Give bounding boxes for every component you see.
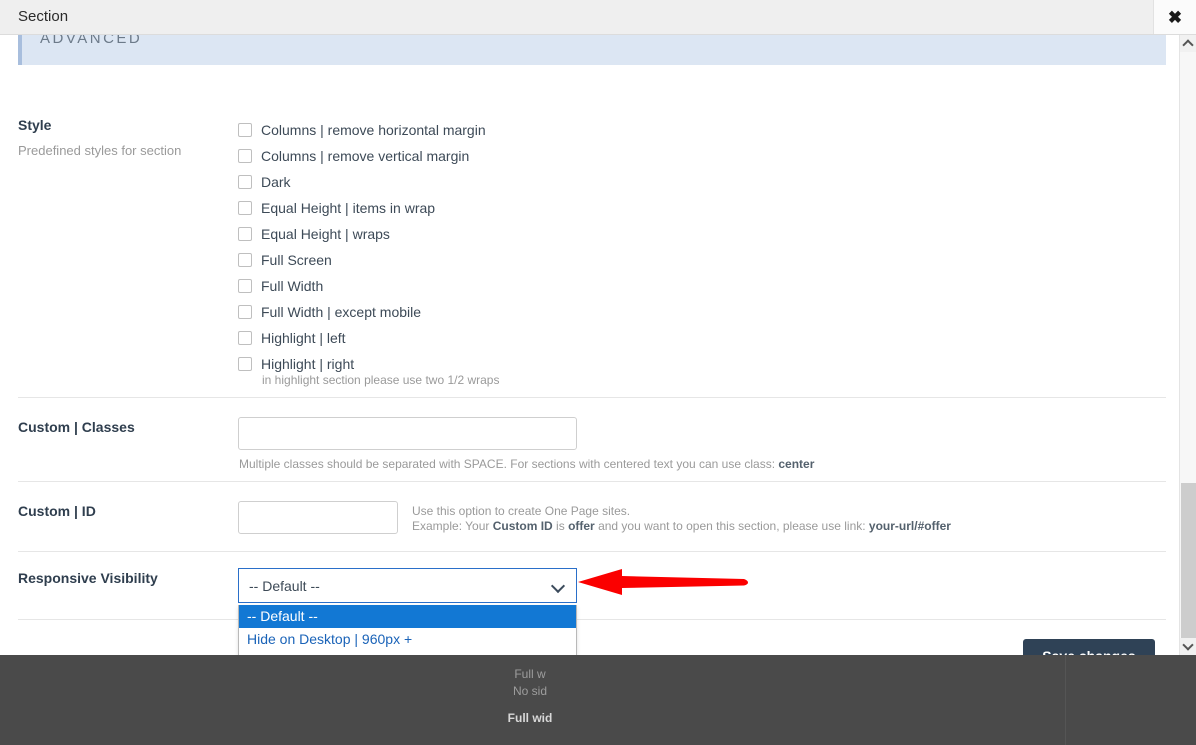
style-option-label: Dark [261, 174, 291, 190]
custom-id-help: Use this option to create One Page sites… [412, 504, 951, 534]
custom-id-help-line2-d: offer [568, 519, 595, 533]
style-option-label: Columns | remove horizontal margin [261, 122, 486, 138]
checkbox-5[interactable] [238, 253, 252, 267]
style-option-label: Highlight | left [261, 330, 346, 346]
vertical-scrollbar[interactable] [1179, 35, 1196, 655]
style-option-label: Equal Height | wraps [261, 226, 390, 242]
style-option-row[interactable]: Dark [238, 169, 486, 195]
style-checkbox-list: Columns | remove horizontal margin Column… [238, 117, 486, 377]
checkbox-3[interactable] [238, 201, 252, 215]
close-button[interactable]: ✖ [1153, 0, 1196, 34]
style-option-row[interactable]: Full Width | except mobile [238, 299, 486, 325]
dropdown-option-0[interactable]: -- Default -- [239, 605, 576, 629]
close-icon: ✖ [1167, 7, 1183, 27]
divider [18, 551, 1166, 552]
custom-classes-input[interactable] [238, 417, 577, 450]
red-annotation-arrow-icon [578, 569, 748, 595]
background-text-line2: No sid [512, 684, 547, 698]
custom-id-input[interactable] [238, 501, 398, 534]
style-option-label: Full Width | except mobile [261, 304, 422, 320]
style-option-label: Full Screen [261, 252, 332, 268]
checkbox-4[interactable] [238, 227, 252, 241]
divider [18, 397, 1166, 398]
background-right-panel [1065, 652, 1196, 745]
custom-id-help-line2-a: Example: Your [412, 519, 493, 533]
custom-id-help-line2-f: your-url/#offer [868, 519, 951, 533]
advanced-section-banner: ADVANCED [18, 35, 1166, 65]
style-option-label: Full Width [261, 278, 324, 294]
section-settings-modal: Section ✖ ADVANCED Style Predefined styl… [0, 0, 1196, 655]
custom-id-help-line2-b: Custom ID [492, 519, 553, 533]
scroll-up-arrow-icon[interactable] [1180, 35, 1196, 52]
scrollbar-thumb[interactable] [1181, 483, 1196, 640]
style-option-row[interactable]: Columns | remove vertical margin [238, 143, 486, 169]
background-text-line3: Full wid [507, 711, 553, 725]
responsive-visibility-dropdown-list[interactable]: -- Default --Hide on Desktop | 960px +Hi… [238, 605, 577, 655]
page-behind-modal: Full w No sid Full wid [0, 652, 1196, 745]
custom-id-help-line2-c: is [552, 519, 569, 533]
modal-content-scroll-area: ADVANCED Style Predefined styles for sec… [0, 35, 1196, 655]
custom-classes-help-prefix: Multiple classes should be separated wit… [239, 457, 779, 471]
scroll-down-arrow-icon[interactable] [1180, 638, 1196, 655]
checkbox-8[interactable] [238, 331, 252, 345]
custom-id-help-line2-e: and you want to open this section, pleas… [594, 519, 869, 533]
style-option-row[interactable]: Columns | remove horizontal margin [238, 117, 486, 143]
save-changes-button[interactable]: Save changes [1023, 639, 1155, 655]
responsive-visibility-selected-value: -- Default -- [249, 577, 320, 594]
responsive-visibility-select[interactable]: -- Default -- [238, 568, 577, 603]
modal-titlebar: Section ✖ [0, 0, 1196, 35]
style-sublabel: Predefined styles for section [18, 143, 182, 158]
custom-classes-label: Custom | Classes [18, 419, 135, 435]
style-option-row[interactable]: Full Width [238, 273, 486, 299]
checkbox-1[interactable] [238, 149, 252, 163]
style-option-label: Columns | remove vertical margin [261, 148, 470, 164]
background-page-text: Full w No sid Full wid [0, 652, 1060, 727]
advanced-banner-label: ADVANCED [40, 35, 143, 47]
chevron-down-icon [552, 579, 566, 593]
checkbox-6[interactable] [238, 279, 252, 293]
custom-id-label: Custom | ID [18, 503, 96, 519]
modal-content: ADVANCED Style Predefined styles for sec… [0, 35, 1166, 655]
dropdown-option-2[interactable]: Hide on Tablet | 768px - 959px [239, 651, 576, 655]
style-label: Style [18, 117, 52, 133]
responsive-visibility-label: Responsive Visibility [18, 570, 158, 586]
checkbox-0[interactable] [238, 123, 252, 137]
custom-id-help-line1: Use this option to create One Page sites… [412, 504, 631, 518]
style-option-row[interactable]: Equal Height | wraps [238, 221, 486, 247]
custom-classes-help-strong: center [778, 457, 815, 471]
divider [18, 481, 1166, 482]
background-text-line1: Full w [514, 667, 546, 681]
checkbox-9[interactable] [238, 357, 252, 371]
checkbox-7[interactable] [238, 305, 252, 319]
style-option-row[interactable]: Full Screen [238, 247, 486, 273]
custom-classes-help: Multiple classes should be separated wit… [239, 457, 814, 472]
style-hint-text: in highlight section please use two 1/2 … [262, 373, 500, 387]
style-option-row[interactable]: Highlight | left [238, 325, 486, 351]
style-option-row[interactable]: Equal Height | items in wrap [238, 195, 486, 221]
modal-title: Section [18, 8, 69, 25]
divider [18, 619, 1166, 620]
dropdown-option-1[interactable]: Hide on Desktop | 960px + [239, 628, 576, 651]
style-option-label: Highlight | right [261, 356, 355, 372]
checkbox-2[interactable] [238, 175, 252, 189]
style-option-label: Equal Height | items in wrap [261, 200, 436, 216]
